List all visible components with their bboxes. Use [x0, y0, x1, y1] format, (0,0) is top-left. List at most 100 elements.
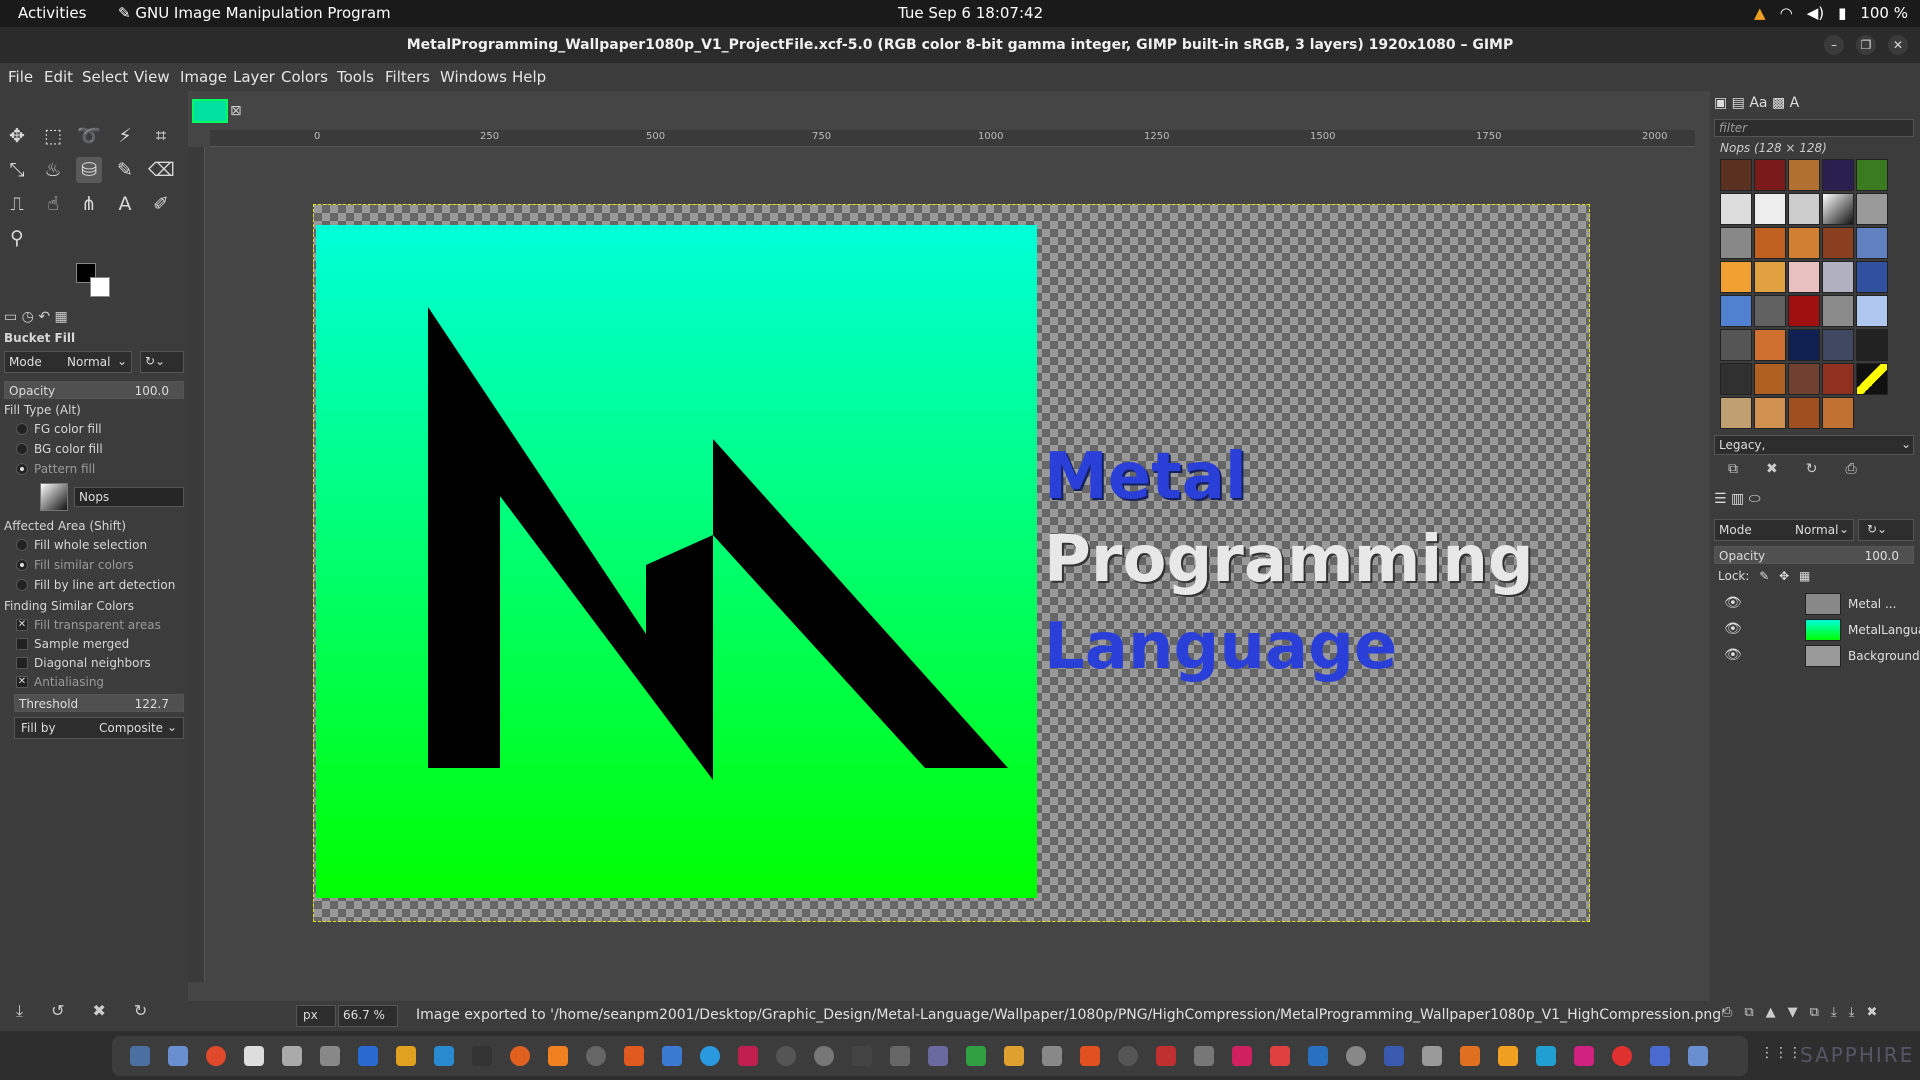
app-icon[interactable] [928, 1046, 948, 1066]
menu-colors[interactable]: Colors [281, 68, 328, 86]
fuzzy-select-tool-icon[interactable]: ⚡ [112, 123, 138, 149]
fg-fill-radio[interactable] [16, 423, 28, 435]
lasso-tool-icon[interactable]: ➰ [76, 123, 102, 149]
pattern-swatch[interactable] [1856, 159, 1888, 191]
pattern-swatch[interactable] [1720, 227, 1752, 259]
image-canvas[interactable]: Metal Programming Language [313, 204, 1590, 922]
pattern-swatch[interactable] [1856, 295, 1888, 327]
fill-by-select[interactable]: Fill by Composite ⌄ [14, 717, 184, 739]
fill-transparent-label[interactable]: Fill transparent areas [34, 618, 161, 632]
bucket-fill-tool-icon[interactable]: ⛁ [76, 157, 102, 183]
menu-filters[interactable]: Filters [385, 68, 430, 86]
scale-tool-icon[interactable]: ⤡ [4, 157, 30, 183]
app-icon[interactable] [1536, 1046, 1556, 1066]
pattern-swatch[interactable] [1856, 261, 1888, 293]
mode-reset-button[interactable]: ↻⌄ [140, 351, 184, 373]
app-icon[interactable] [776, 1046, 796, 1066]
bg-fill-label[interactable]: BG color fill [34, 442, 103, 456]
layer-row[interactable]: 👁 Metal ... [1720, 591, 1915, 617]
pattern-thumbnail[interactable] [40, 483, 68, 511]
pattern-swatch[interactable] [1788, 295, 1820, 327]
app-icon[interactable] [1194, 1046, 1214, 1066]
app-menu[interactable]: ✎ GNU Image Manipulation Program [118, 4, 391, 22]
close-tab-icon[interactable]: ⊠ [230, 99, 250, 123]
pattern-swatch[interactable] [1822, 363, 1854, 395]
layer-row[interactable]: 👁 MetalLanguage [1720, 617, 1920, 643]
eraser-tool-icon[interactable]: ⌫ [148, 157, 175, 183]
pattern-swatch[interactable] [1822, 261, 1854, 293]
app-icon[interactable] [1156, 1046, 1176, 1066]
mode-select[interactable]: Mode Normal ⌄ [4, 351, 132, 373]
unit-select[interactable]: px [296, 1005, 336, 1027]
pattern-swatch[interactable] [1788, 159, 1820, 191]
pattern-swatch[interactable] [1754, 193, 1786, 225]
pattern-swatch[interactable] [1720, 159, 1752, 191]
app-icon[interactable] [966, 1046, 986, 1066]
horizontal-ruler[interactable]: 0 250 500 750 1000 1250 1500 1750 2000 [210, 130, 1695, 147]
move-tool-icon[interactable]: ✥ [4, 123, 30, 149]
app-icon[interactable] [1080, 1046, 1100, 1066]
fill-transparent-checkbox[interactable]: ✕ [16, 619, 28, 631]
zoom-select[interactable]: 66.7 % [338, 1005, 398, 1027]
files-icon[interactable] [168, 1046, 188, 1066]
firefox-icon[interactable] [510, 1046, 530, 1066]
crop-tool-icon[interactable]: ⌗ [148, 123, 174, 149]
vlc-icon[interactable] [548, 1046, 568, 1066]
layer-action-icons[interactable]: ⎙⧉▲▼⧉⤓⤓✖ [1722, 1005, 1889, 1020]
app-icon[interactable] [244, 1046, 264, 1066]
lock-pixels-icon[interactable]: ✎ [1759, 569, 1769, 583]
pattern-swatch[interactable] [1788, 193, 1820, 225]
tool-options-tab-icons[interactable]: ▭ ◷ ↶ ▦ [4, 309, 68, 325]
app-icon[interactable] [1498, 1046, 1518, 1066]
menu-view[interactable]: View [134, 68, 170, 86]
pattern-swatch[interactable] [1720, 193, 1752, 225]
zoom-tool-icon[interactable]: ⚲ [4, 225, 30, 251]
app-icon[interactable] [852, 1046, 872, 1066]
app-icon[interactable] [586, 1046, 606, 1066]
lock-alpha-icon[interactable]: ▦ [1799, 569, 1810, 583]
pattern-fill-label[interactable]: Pattern fill [34, 462, 95, 476]
menu-file[interactable]: File [8, 68, 33, 86]
eye-icon[interactable]: 👁 [1724, 621, 1742, 637]
app-icon[interactable] [1574, 1046, 1594, 1066]
app-icon[interactable] [1612, 1046, 1632, 1066]
app-icon[interactable] [358, 1046, 378, 1066]
app-icon[interactable] [1042, 1046, 1062, 1066]
close-window-button[interactable]: ✕ [1888, 35, 1908, 55]
pattern-name-field[interactable]: Nops [74, 487, 184, 507]
app-icon[interactable] [1688, 1046, 1708, 1066]
sample-merged-label[interactable]: Sample merged [34, 637, 129, 651]
layer-opacity-slider[interactable]: Opacity 100.0 [1714, 546, 1914, 564]
layer-row[interactable]: 👁 Background [1720, 643, 1920, 669]
app-icon[interactable] [1270, 1046, 1290, 1066]
pattern-swatch[interactable] [1788, 329, 1820, 361]
menu-edit[interactable]: Edit [44, 68, 73, 86]
pattern-swatch[interactable] [1822, 295, 1854, 327]
app-icon[interactable] [1460, 1046, 1480, 1066]
pattern-swatch[interactable] [1754, 295, 1786, 327]
app-icon[interactable] [1650, 1046, 1670, 1066]
layers-tab-icons[interactable]: ☰ ▥ ⬭ [1714, 491, 1761, 507]
lock-position-icon[interactable]: ✥ [1779, 569, 1789, 583]
app-icon[interactable] [624, 1046, 644, 1066]
image-tab-thumbnail[interactable] [192, 99, 228, 123]
diagonal-neighbors-checkbox[interactable] [16, 657, 28, 669]
path-tool-icon[interactable]: ⋔ [76, 191, 102, 217]
layer-mode-select[interactable]: Mode Normal ⌄ [1714, 519, 1854, 541]
menu-tools[interactable]: Tools [337, 68, 374, 86]
pattern-swatch[interactable] [1788, 363, 1820, 395]
rect-select-tool-icon[interactable]: ⬚ [40, 123, 66, 149]
fill-line-art-radio[interactable] [16, 579, 28, 591]
app-icon[interactable] [320, 1046, 340, 1066]
pattern-action-icons[interactable]: ⧉✖↻⎙ [1728, 461, 1885, 477]
paintbrush-tool-icon[interactable]: ✎ [112, 157, 138, 183]
threshold-slider[interactable]: Threshold 122.7 [14, 694, 184, 712]
terminal-icon[interactable] [472, 1046, 492, 1066]
pattern-swatch[interactable] [1754, 397, 1786, 429]
tool-options-footer-icons[interactable]: ⤓↺✖↻ [16, 1001, 175, 1021]
fill-similar-colors-label[interactable]: Fill similar colors [34, 558, 134, 572]
fill-whole-selection-label[interactable]: Fill whole selection [34, 538, 147, 552]
smudge-tool-icon[interactable]: ☝ [40, 191, 66, 217]
fill-line-art-label[interactable]: Fill by line art detection [34, 578, 175, 592]
antialiasing-label[interactable]: Antialiasing [34, 675, 104, 689]
